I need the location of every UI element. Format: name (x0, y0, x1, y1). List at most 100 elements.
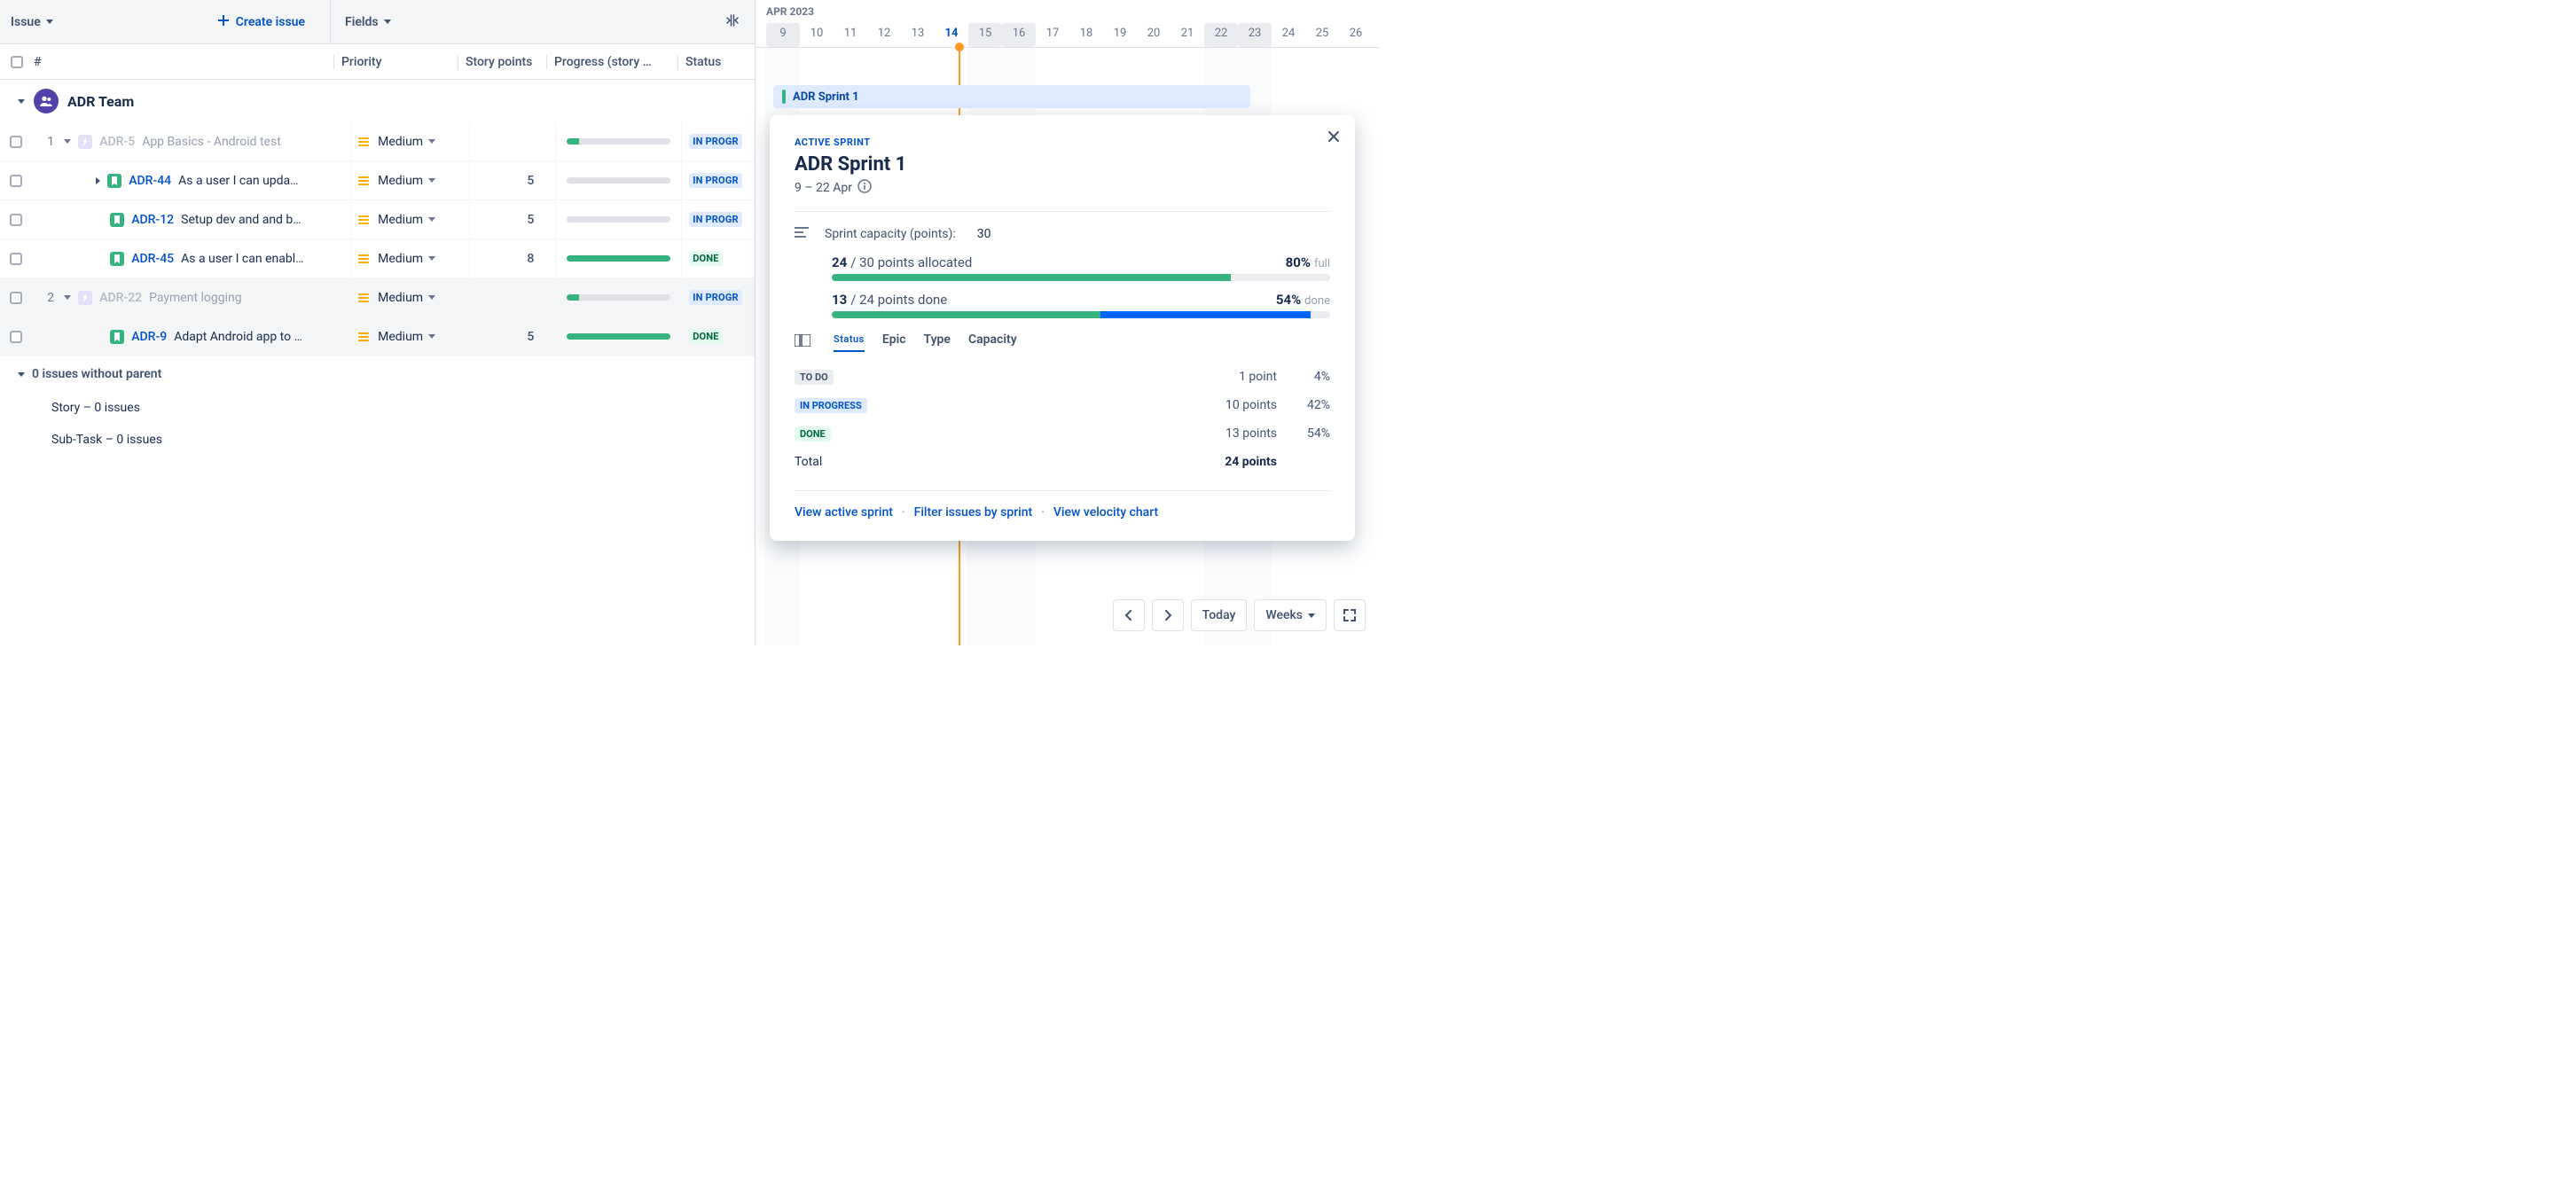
issue-summary[interactable]: As a user I can upda… (178, 174, 298, 188)
row-checkbox[interactable] (10, 331, 22, 343)
sprint-bar[interactable]: ADR Sprint 1 (773, 85, 1250, 108)
status-badge[interactable]: DONE (689, 329, 722, 344)
priority-field[interactable]: Medium (358, 135, 435, 149)
issue-key[interactable]: ADR-9 (131, 330, 167, 344)
row-checkbox[interactable] (10, 214, 22, 226)
fields-dropdown[interactable]: Fields (331, 0, 724, 43)
collapse-columns-button[interactable] (724, 12, 755, 32)
chevron-right-icon[interactable] (96, 177, 100, 184)
col-header-progress[interactable]: Progress (story … (546, 55, 677, 69)
issue-summary[interactable]: Adapt Android app to … (174, 330, 302, 344)
status-badge[interactable]: IN PROGR (689, 212, 742, 227)
priority-field[interactable]: Medium (358, 252, 435, 266)
story-points-value[interactable]: 5 (527, 213, 534, 227)
col-header-story-points[interactable]: Story points (458, 55, 546, 69)
issue-key[interactable]: ADR-44 (129, 174, 171, 188)
issue-row[interactable]: ADR-12 Setup dev and and b… Medium 5 IN PROG… (0, 200, 755, 239)
issue-key[interactable]: ADR-22 (99, 291, 142, 305)
status-badge[interactable]: IN PROGR (689, 134, 742, 149)
date-cell[interactable]: 16 (1002, 23, 1036, 47)
col-header-priority[interactable]: Priority (333, 55, 458, 69)
prev-button[interactable] (1113, 599, 1145, 631)
story-points-value[interactable]: 8 (527, 252, 534, 266)
no-parent-line: Sub-Task – 0 issues (0, 424, 755, 456)
issue-row[interactable]: 2ADR-22Payment loggingMediumIN PROGR (0, 278, 755, 317)
row-checkbox[interactable] (10, 292, 22, 304)
link-view-sprint[interactable]: View active sprint (795, 505, 893, 520)
issue-row[interactable]: ADR-44 As a user I can upda… Medium 5 IN PRO… (0, 161, 755, 200)
fullscreen-button[interactable] (1334, 599, 1366, 631)
date-cell[interactable]: 17 (1036, 23, 1069, 47)
no-parent-heading: 0 issues without parent (32, 367, 161, 381)
priority-label: Medium (378, 174, 423, 188)
issue-row[interactable]: ADR-45 As a user I can enabl… Medium 8 DONE (0, 239, 755, 278)
tab-epic[interactable]: Epic (882, 332, 906, 352)
date-cell[interactable]: 13 (901, 23, 935, 47)
status-badge[interactable]: IN PROGR (689, 173, 742, 188)
issue-dropdown[interactable]: Issue Create issue (0, 0, 331, 43)
issue-summary[interactable]: Setup dev and and b… (181, 213, 301, 227)
priority-field[interactable]: Medium (358, 291, 435, 305)
priority-field[interactable]: Medium (358, 174, 435, 188)
issue-summary[interactable]: As a user I can enabl… (181, 252, 303, 266)
sprint-title: ADR Sprint 1 (795, 153, 1330, 176)
date-cell[interactable]: 12 (867, 23, 901, 47)
issue-key[interactable]: ADR-5 (99, 135, 135, 149)
next-button[interactable] (1152, 599, 1184, 631)
date-cell[interactable]: 25 (1305, 23, 1339, 47)
date-cell[interactable]: 26 (1339, 23, 1373, 47)
issue-row[interactable]: 1ADR-5App Basics - Android testMediumIN … (0, 122, 755, 161)
issue-summary[interactable]: App Basics - Android test (142, 135, 281, 149)
row-checkbox[interactable] (10, 253, 22, 265)
create-issue-button[interactable]: Create issue (216, 13, 319, 31)
tab-type[interactable]: Type (924, 332, 951, 352)
date-cell[interactable]: 9 (766, 23, 800, 47)
done-lead: 13 (832, 292, 847, 308)
date-cell[interactable]: 22 (1204, 23, 1238, 47)
story-points-value[interactable]: 5 (527, 174, 534, 188)
alloc-suffix: full (1314, 257, 1330, 270)
date-cell[interactable]: 19 (1103, 23, 1137, 47)
link-filter-sprint[interactable]: Filter issues by sprint (914, 505, 1033, 520)
done-pct: 54% (1276, 292, 1301, 308)
date-cell[interactable]: 15 (968, 23, 1002, 47)
close-button[interactable] (1327, 129, 1341, 147)
alloc-pct: 80% (1286, 254, 1311, 270)
date-cell[interactable]: 23 (1238, 23, 1272, 47)
issues-without-parent-toggle[interactable]: 0 issues without parent (0, 356, 755, 392)
link-velocity[interactable]: View velocity chart (1053, 505, 1158, 520)
chevron-down-icon (46, 20, 53, 24)
chevron-down-icon[interactable] (64, 295, 71, 300)
date-cell[interactable]: 14 (935, 23, 968, 47)
select-all-checkbox[interactable] (11, 56, 23, 68)
status-badge[interactable]: DONE (689, 251, 722, 266)
info-icon[interactable] (857, 179, 872, 197)
date-cell[interactable]: 20 (1137, 23, 1171, 47)
tab-capacity[interactable]: Capacity (968, 332, 1017, 352)
chevron-down-icon[interactable] (64, 139, 71, 144)
today-button[interactable]: Today (1191, 599, 1248, 631)
col-header-status[interactable]: Status (677, 55, 754, 69)
date-cell[interactable]: 10 (800, 23, 834, 47)
issue-summary[interactable]: Payment logging (149, 291, 242, 305)
sprint-card: ACTIVE SPRINT ADR Sprint 1 9 – 22 Apr Sp… (770, 115, 1355, 541)
issue-key[interactable]: ADR-12 (131, 213, 174, 227)
status-pill: DONE (795, 426, 831, 442)
issue-key[interactable]: ADR-45 (131, 252, 174, 266)
story-points-value[interactable]: 5 (527, 330, 534, 344)
alloc-bar-fill (832, 274, 1231, 281)
date-cell[interactable]: 18 (1069, 23, 1103, 47)
tab-status[interactable]: Status (834, 333, 865, 352)
issue-row[interactable]: ADR-9 Adapt Android app to … Medium 5 DONE (0, 317, 755, 356)
date-cell[interactable]: 11 (834, 23, 867, 47)
zoom-dropdown[interactable]: Weeks (1254, 599, 1327, 631)
date-cell[interactable]: 21 (1171, 23, 1204, 47)
team-row[interactable]: ADR Team (0, 80, 755, 122)
progress-bar (567, 177, 670, 184)
priority-field[interactable]: Medium (358, 213, 435, 227)
status-badge[interactable]: IN PROGR (689, 290, 742, 305)
date-cell[interactable]: 24 (1272, 23, 1305, 47)
priority-field[interactable]: Medium (358, 330, 435, 344)
row-checkbox[interactable] (10, 136, 22, 148)
row-checkbox[interactable] (10, 175, 22, 187)
